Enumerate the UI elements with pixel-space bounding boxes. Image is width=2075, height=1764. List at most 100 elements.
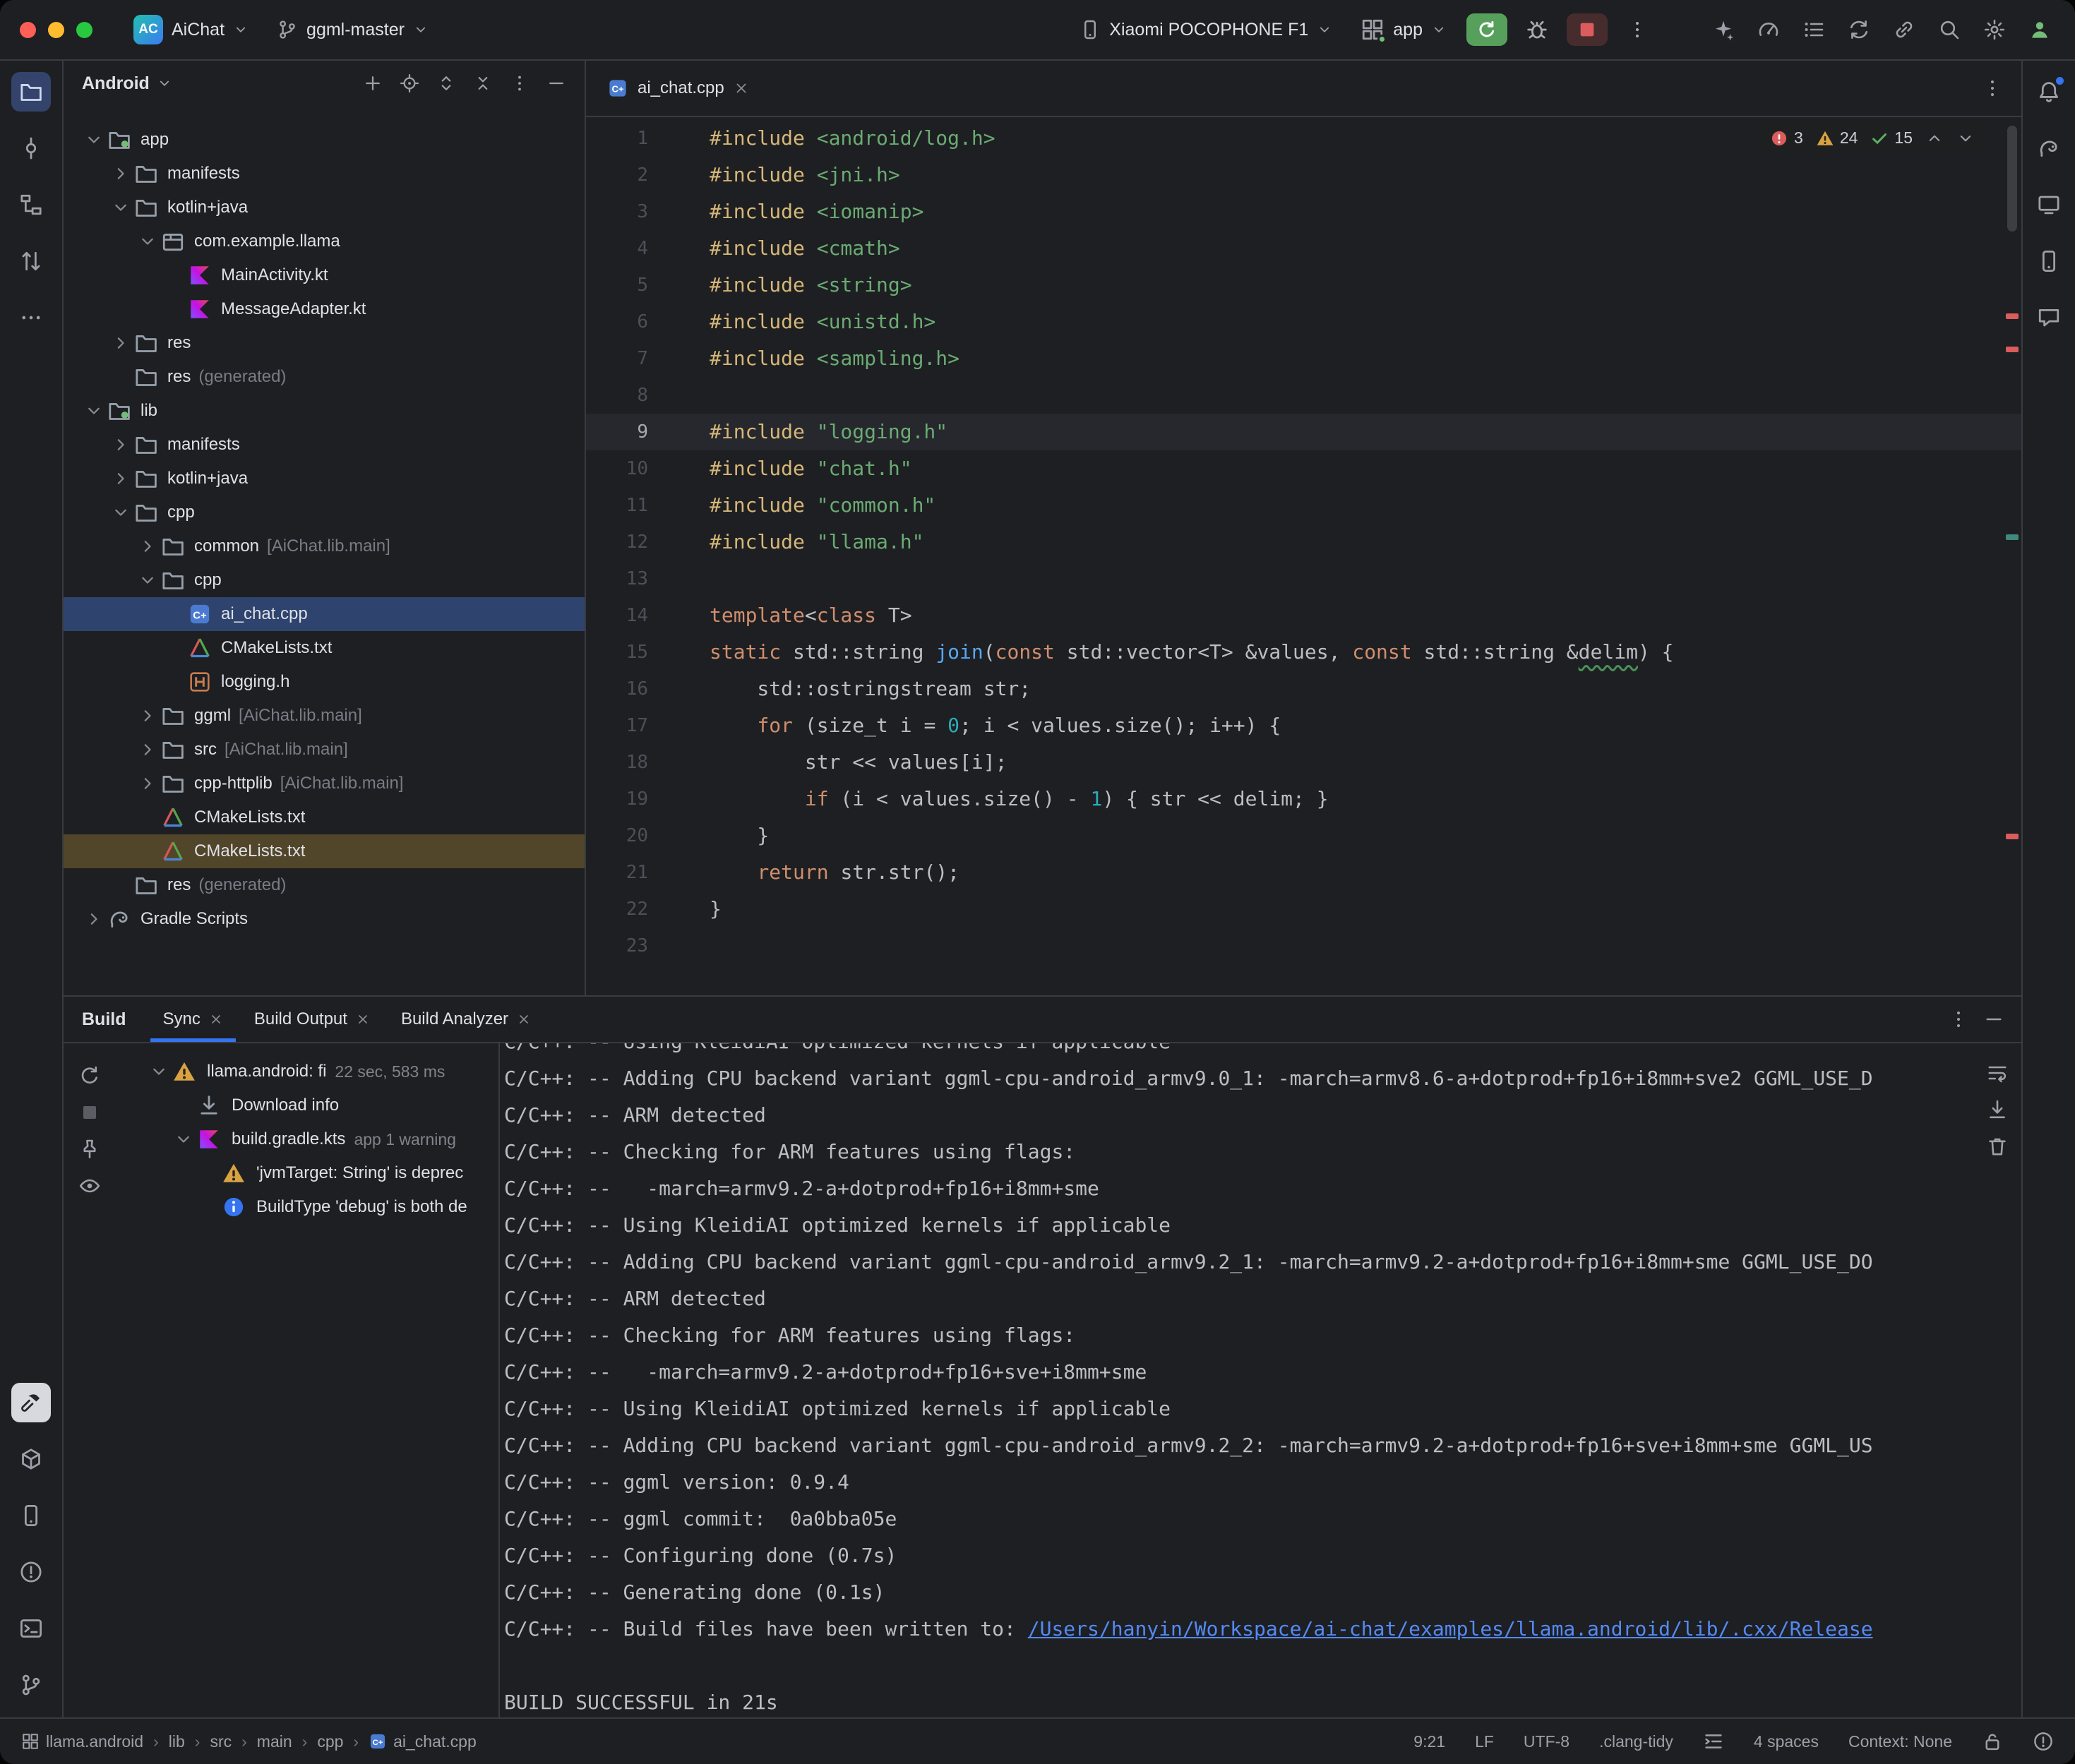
chevron-down-icon[interactable] bbox=[80, 400, 107, 421]
tree-item[interactable]: src[AiChat.lib.main] bbox=[64, 733, 585, 767]
tree-item[interactable]: logging.h bbox=[64, 665, 585, 699]
caret-position[interactable]: 9:21 bbox=[1413, 1732, 1445, 1751]
close-window-button[interactable] bbox=[20, 22, 36, 38]
close-tab-icon[interactable] bbox=[734, 80, 749, 96]
build-console[interactable]: C/C++: -- Using KleidiAI optimized kerne… bbox=[498, 1043, 2021, 1717]
tree-item[interactable]: manifests bbox=[64, 157, 585, 191]
code-line[interactable]: 17 for (size_t i = 0; i < values.size();… bbox=[586, 707, 2021, 744]
chevron-right-icon[interactable] bbox=[107, 468, 134, 489]
build-options-icon[interactable] bbox=[1948, 1009, 1969, 1030]
context-status[interactable]: Context: None bbox=[1848, 1732, 1952, 1751]
run-button[interactable] bbox=[1466, 13, 1507, 46]
code-editor[interactable]: 1#include <android/log.h>2#include <jni.… bbox=[586, 117, 2021, 995]
chevron-right-icon[interactable] bbox=[134, 705, 161, 726]
code-line[interactable]: 10#include "chat.h" bbox=[586, 450, 2021, 487]
tree-item[interactable]: Gradle Scripts bbox=[64, 902, 585, 936]
tree-item[interactable]: cpp bbox=[64, 563, 585, 597]
code-line[interactable]: 22} bbox=[586, 891, 2021, 928]
code-line[interactable]: 2#include <jni.h> bbox=[586, 157, 2021, 193]
chevron-down-icon[interactable] bbox=[170, 1129, 197, 1150]
project-tool-icon[interactable] bbox=[11, 72, 51, 112]
tree-item[interactable]: MainActivity.kt bbox=[64, 258, 585, 292]
more-tool-windows-icon[interactable] bbox=[11, 298, 51, 337]
breadcrumb-item[interactable]: lib bbox=[169, 1732, 185, 1751]
zoom-window-button[interactable] bbox=[76, 22, 92, 38]
line-separator[interactable]: LF bbox=[1475, 1732, 1494, 1751]
error-stripe-mark[interactable] bbox=[2006, 834, 2019, 839]
build-tree-item[interactable]: build.gradle.ktsapp 1 warning bbox=[117, 1122, 498, 1156]
tab-build-output[interactable]: Build Output bbox=[241, 997, 383, 1042]
account-icon[interactable] bbox=[2023, 13, 2057, 46]
dependencies-tool-icon[interactable] bbox=[11, 1439, 51, 1479]
tree-item[interactable]: manifests bbox=[64, 428, 585, 462]
code-line[interactable]: 19 if (i < values.size() - 1) { str << d… bbox=[586, 781, 2021, 817]
device-manager-tool-icon[interactable] bbox=[11, 1496, 51, 1535]
clang-tidy-status[interactable]: .clang-tidy bbox=[1599, 1732, 1673, 1751]
tree-item[interactable]: kotlin+java bbox=[64, 462, 585, 496]
build-tree-item[interactable]: Download info bbox=[117, 1088, 498, 1122]
version-control-tool-icon[interactable] bbox=[11, 1665, 51, 1705]
breadcrumb-item[interactable]: llama.android bbox=[21, 1732, 143, 1751]
next-problem-icon[interactable] bbox=[1956, 129, 1975, 148]
filter-messages-icon[interactable] bbox=[78, 1175, 102, 1199]
hide-build-panel-icon[interactable] bbox=[1983, 1009, 2004, 1030]
tree-item[interactable]: res bbox=[64, 326, 585, 360]
gradle-tool-icon[interactable] bbox=[2029, 128, 2069, 168]
terminal-tool-icon[interactable] bbox=[11, 1609, 51, 1648]
tree-item[interactable]: C+ai_chat.cpp bbox=[64, 597, 585, 631]
code-line[interactable]: 14template<class T> bbox=[586, 597, 2021, 634]
tab-sync[interactable]: Sync bbox=[150, 997, 236, 1042]
ai-assistant-icon[interactable] bbox=[1706, 13, 1740, 46]
tree-item[interactable]: kotlin+java bbox=[64, 191, 585, 224]
project-selector[interactable]: AC AiChat bbox=[125, 9, 257, 50]
code-line[interactable]: 3#include <iomanip> bbox=[586, 193, 2021, 230]
sync-project-icon[interactable] bbox=[1842, 13, 1876, 46]
clear-console-icon[interactable] bbox=[1986, 1135, 2010, 1159]
code-line[interactable]: 21 return str.str(); bbox=[586, 854, 2021, 891]
build-tree-item[interactable]: llama.android: fi22 sec, 583 ms bbox=[117, 1055, 498, 1088]
tree-item[interactable]: CMakeLists.txt bbox=[64, 800, 585, 834]
device-selector[interactable]: Xiaomi POCOPHONE F1 bbox=[1071, 13, 1341, 46]
chevron-right-icon[interactable] bbox=[107, 163, 134, 184]
chevron-right-icon[interactable] bbox=[80, 908, 107, 930]
tab-build-analyzer[interactable]: Build Analyzer bbox=[388, 997, 544, 1042]
breadcrumb-item[interactable]: src bbox=[210, 1732, 232, 1751]
close-tab-icon[interactable] bbox=[356, 1012, 370, 1026]
code-line[interactable]: 9#include "logging.h" bbox=[586, 414, 2021, 450]
chevron-right-icon[interactable] bbox=[134, 536, 161, 557]
breadcrumb-item[interactable]: main bbox=[257, 1732, 292, 1751]
run-config-selector[interactable]: app bbox=[1352, 12, 1455, 47]
chevron-right-icon[interactable] bbox=[134, 773, 161, 794]
file-encoding[interactable]: UTF-8 bbox=[1524, 1732, 1569, 1751]
running-devices-tool-icon[interactable] bbox=[2029, 241, 2069, 281]
error-stripe-mark[interactable] bbox=[2006, 313, 2019, 319]
editor-options-icon[interactable] bbox=[1982, 78, 2003, 99]
inspections-widget[interactable]: 3 24 15 bbox=[1760, 123, 1985, 153]
expand-all-icon[interactable] bbox=[431, 68, 462, 99]
indent-size[interactable]: 4 spaces bbox=[1754, 1732, 1819, 1751]
code-line[interactable]: 6#include <unistd.h> bbox=[586, 304, 2021, 340]
running-list-icon[interactable] bbox=[1797, 13, 1831, 46]
tree-item[interactable]: cpp-httplib[AiChat.lib.main] bbox=[64, 767, 585, 800]
code-line[interactable]: 11#include "common.h" bbox=[586, 487, 2021, 524]
editor-tab-ai-chat-cpp[interactable]: C+ ai_chat.cpp bbox=[586, 61, 770, 116]
editor-scrollbar[interactable] bbox=[2007, 126, 2017, 232]
search-everywhere-icon[interactable] bbox=[1932, 13, 1966, 46]
code-line[interactable]: 12#include "llama.h" bbox=[586, 524, 2021, 560]
tree-item[interactable]: res(generated) bbox=[64, 868, 585, 902]
code-line[interactable]: 23 bbox=[586, 928, 2021, 964]
passed-count[interactable]: 15 bbox=[1870, 128, 1913, 148]
code-line[interactable]: 18 str << values[i]; bbox=[586, 744, 2021, 781]
tree-item[interactable]: lib bbox=[64, 394, 585, 428]
chevron-down-icon[interactable] bbox=[134, 570, 161, 591]
code-style-icon[interactable] bbox=[1703, 1731, 1724, 1752]
console-file-link[interactable]: /Users/hanyin/Workspace/ai-chat/examples… bbox=[1028, 1617, 1873, 1640]
tree-item[interactable]: CMakeLists.txt bbox=[64, 631, 585, 665]
tree-item[interactable]: CMakeLists.txt bbox=[64, 834, 585, 868]
panel-options-icon[interactable] bbox=[504, 68, 535, 99]
breadcrumb-item[interactable]: C+ai_chat.cpp bbox=[369, 1732, 477, 1751]
locate-file-icon[interactable] bbox=[394, 68, 425, 99]
settings-icon[interactable] bbox=[1978, 13, 2011, 46]
close-tab-icon[interactable] bbox=[517, 1012, 531, 1026]
app-insights-tool-icon[interactable] bbox=[2029, 298, 2069, 337]
